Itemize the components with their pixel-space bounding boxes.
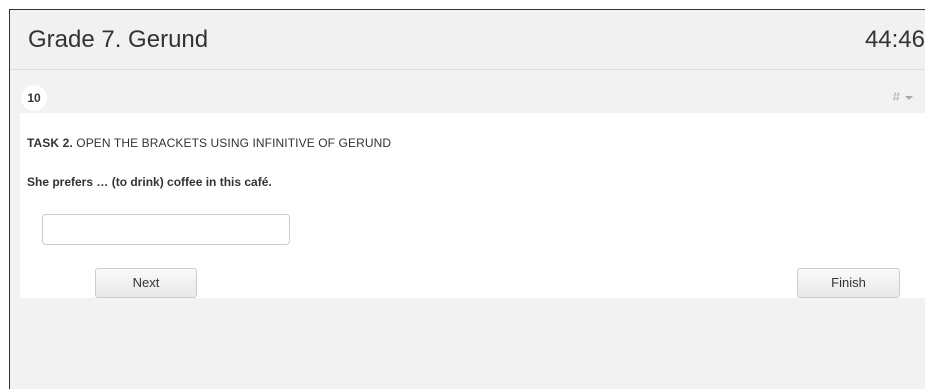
quiz-title: Grade 7. Gerund — [28, 26, 209, 53]
task-instruction: TASK 2. OPEN THE BRACKETS USING INFINITI… — [27, 136, 391, 150]
question-navigation-menu[interactable]: # — [893, 89, 913, 104]
question-number-badge: 10 — [21, 85, 47, 111]
quiz-header: Grade 7. Gerund 44:46 — [10, 10, 925, 70]
finish-button[interactable]: Finish — [797, 268, 900, 298]
task-prefix: TASK 2. — [27, 136, 73, 150]
question-navigation-label: # — [892, 89, 900, 104]
quiz-window: Grade 7. Gerund 44:46 10 # TASK 2. OPEN … — [9, 9, 925, 389]
question-text: She prefers … (to drink) coffee in this … — [27, 175, 272, 189]
answer-input[interactable] — [42, 214, 290, 245]
question-panel: 10 # TASK 2. OPEN THE BRACKETS USING INF… — [20, 80, 925, 298]
next-button[interactable]: Next — [95, 268, 197, 298]
countdown-timer: 44:46 — [864, 26, 925, 53]
caret-down-icon — [905, 95, 913, 100]
question-bar: 10 # — [20, 80, 925, 113]
task-text: OPEN THE BRACKETS USING INFINITIVE OF GE… — [72, 136, 392, 150]
